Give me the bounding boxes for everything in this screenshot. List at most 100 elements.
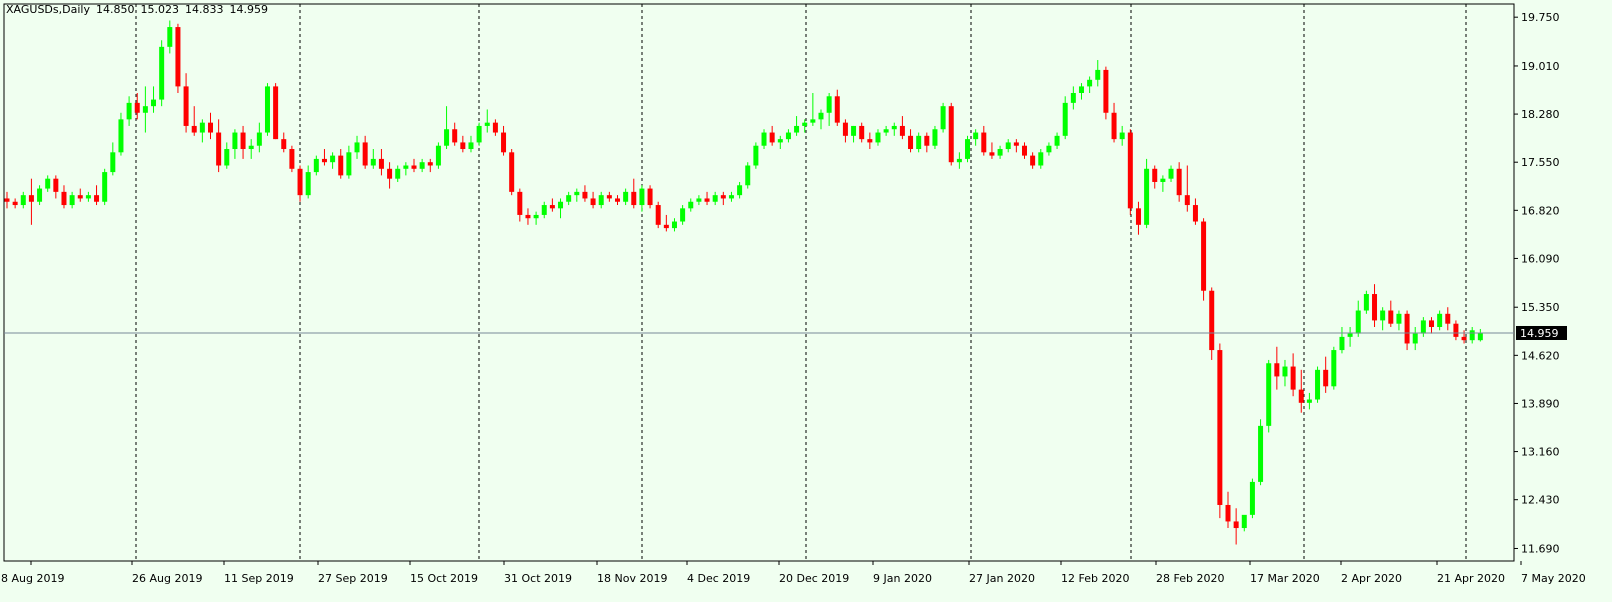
candle-body [1135,208,1141,225]
candle-body [1429,320,1434,327]
candle-body [1420,320,1426,334]
candle-body [37,188,43,202]
candle-body [965,139,971,159]
candle-body [1404,313,1410,344]
candle-body [1339,336,1345,351]
candle-body [875,132,881,143]
candle-body [289,149,295,169]
candle-body [582,191,588,199]
candle-body [118,119,124,153]
candle-body [151,99,157,107]
candle-body [338,155,344,176]
candle-body [1461,336,1467,341]
price-marker-label: 14.959 [1520,327,1559,340]
y-tick-label: 11.690 [1521,542,1560,555]
candle-body [167,27,173,47]
candle-body [1005,142,1011,150]
candle-body [183,86,189,126]
x-tick-label: 18 Nov 2019 [597,572,667,585]
y-tick-label: 14.620 [1521,349,1560,362]
candle-body [1453,323,1459,337]
candle-body [525,214,531,219]
candle-body [12,201,18,206]
candle-body [745,165,751,186]
candle-body [1477,332,1483,341]
candle [476,122,482,146]
y-tick-label: 16.820 [1521,204,1560,217]
candle [655,201,661,229]
candle-body [1233,521,1239,529]
candle [1315,366,1321,403]
x-tick-label: 8 Aug 2019 [1,572,64,585]
candle-body [704,198,710,202]
candle [1363,290,1369,314]
candle-body [501,132,507,153]
candle-body [452,129,458,143]
candle-body [826,96,832,113]
candle-body [1437,313,1443,327]
candle-body [4,198,10,202]
candle-body [61,191,67,206]
candle-body [859,125,865,140]
candle-body [240,132,246,150]
candle-body [1355,310,1361,334]
candle-body [1030,155,1036,166]
candle-body [1258,425,1264,482]
candle-body [460,142,466,150]
x-tick-label: 26 Aug 2019 [132,572,202,585]
candle-body [159,46,165,100]
candle-body [484,122,490,126]
candle-body [403,165,409,169]
candle-body [395,168,401,179]
candle-body [1013,142,1019,146]
candle [1331,346,1337,390]
candle-body [1372,294,1378,321]
candle-body [1323,369,1329,387]
candle-body [720,195,726,199]
candle-body [810,119,816,123]
candle [745,162,751,189]
chart-window: 11.690 12.430 13.160 13.890 14.620 15.350 16.0… [0,0,1612,602]
x-tick-label: 31 Oct 2019 [504,572,572,585]
candle-body [671,221,677,229]
candle [948,102,954,166]
close-value: 14.959 [229,3,268,16]
candle-body [606,195,612,199]
candle-body [777,139,783,143]
candle-body [444,129,450,146]
candle [940,102,946,133]
candle-body [264,86,270,133]
candle-body [1274,363,1280,377]
candle-body [85,195,91,199]
candle-body [647,188,653,206]
candle-body [1282,366,1288,377]
candle [1266,359,1272,433]
candle [289,145,295,173]
candle-body [281,139,287,150]
candle-body [94,195,100,202]
candle-body [802,122,808,126]
candle [1249,478,1255,519]
candle-body [639,188,645,206]
candle-body [631,191,637,206]
candle-body [712,195,718,202]
candle-body [517,191,523,215]
x-tick-label: 28 Feb 2020 [1156,572,1224,585]
candle-body [680,208,686,222]
candle [435,142,441,169]
candle-body [1054,135,1060,146]
candle-body [981,132,987,153]
candle-body [313,158,319,173]
price-chart[interactable]: 11.690 12.430 13.160 13.890 14.620 15.350 16.0… [0,0,1612,602]
candle-body [378,158,384,169]
candle-body [696,198,702,202]
candle [175,23,181,93]
candle-body [1469,330,1475,341]
candle-body [1380,310,1386,321]
candle-body [232,132,238,150]
candle-body [20,195,26,206]
candle-body [305,172,311,196]
candle [1258,419,1264,486]
candle-body [1192,205,1198,222]
candle-body [208,122,213,133]
